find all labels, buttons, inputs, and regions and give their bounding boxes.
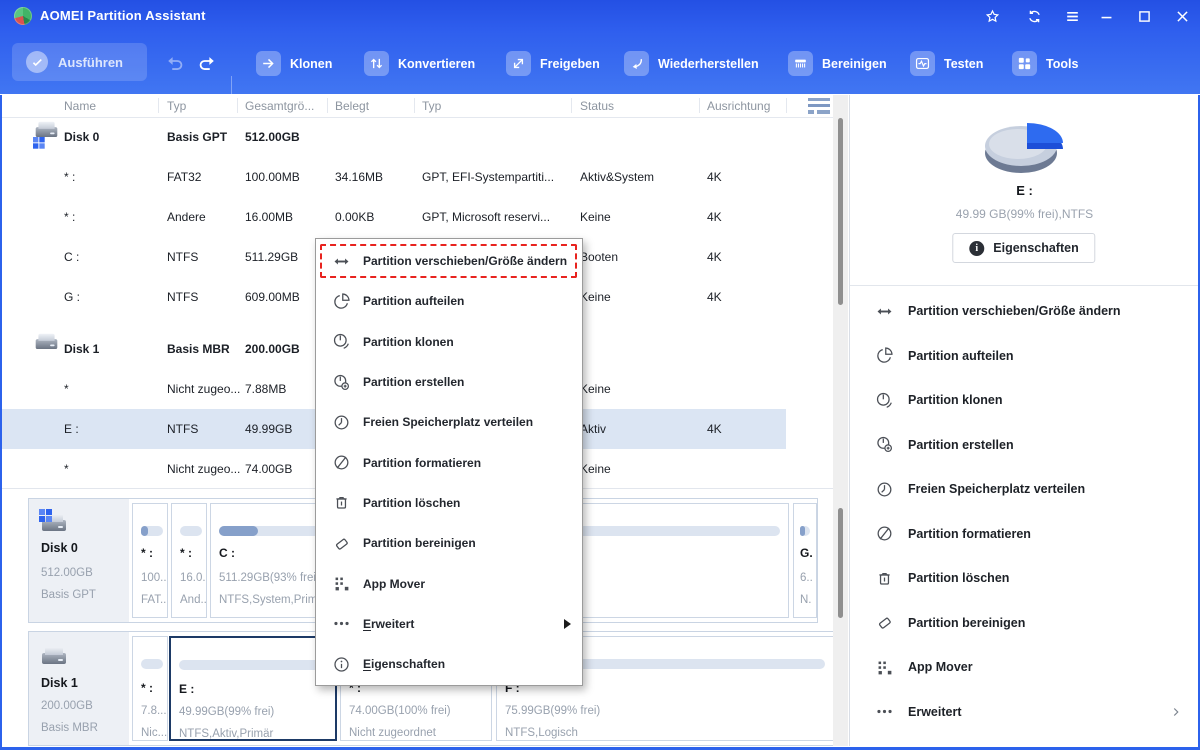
toolbar-separator — [231, 76, 232, 110]
disk1-partition-unalloc-small[interactable]: * : 7.8... Nic... — [132, 636, 168, 741]
col-total[interactable]: Gesamtgrö... — [245, 99, 314, 113]
maximize-button[interactable] — [1136, 8, 1153, 25]
panel-divider — [850, 285, 1199, 286]
menu-item-split[interactable]: Partition aufteilen — [316, 281, 582, 321]
disk-icon — [39, 642, 69, 664]
disk1-partition-e-selected[interactable]: E : 49.99GB(99% frei) NTFS,Aktiv,Primär — [169, 636, 337, 741]
menu-item-properties[interactable]: Eigenschaften — [316, 644, 582, 684]
view-layout-icon[interactable] — [808, 98, 830, 114]
pie-slash-icon — [334, 455, 349, 470]
properties-button[interactable]: i Eigenschaften — [952, 233, 1096, 263]
disk1-card[interactable]: Disk 1 200.00GB Basis MBR — [29, 632, 129, 745]
titlebar: AOMEI Partition Assistant — [0, 0, 1200, 32]
panel-action-list: Partition verschieben/Größe ändern Parti… — [850, 289, 1199, 734]
apply-button[interactable]: Ausführen — [12, 43, 147, 81]
app-logo-icon — [14, 7, 32, 25]
test-pulse-icon — [910, 51, 935, 76]
scrollbar-thumb-table[interactable] — [838, 118, 843, 305]
disk0-card[interactable]: Disk 0 512.00GB Basis GPT — [29, 499, 129, 622]
table-row-disk0[interactable]: Disk 0 Basis GPT 512.00GB — [2, 118, 833, 156]
restore-arrow-icon — [624, 51, 649, 76]
redo-icon[interactable] — [196, 52, 218, 74]
panel-item-advanced[interactable]: Erweitert — [850, 690, 1199, 735]
share-diagonal-arrows-icon — [506, 51, 531, 76]
minimize-button[interactable] — [1098, 8, 1115, 25]
close-button[interactable] — [1174, 8, 1191, 25]
context-menu: Partition verschieben/Größe ändern Parti… — [315, 238, 583, 686]
toolbar-clone-button[interactable]: Klonen — [256, 51, 332, 76]
toolbar-convert-button[interactable]: Konvertieren — [364, 51, 475, 76]
menu-item-delete[interactable]: Partition löschen — [316, 483, 582, 523]
ellipsis-icon — [334, 622, 349, 626]
pie-plus-icon — [334, 374, 350, 390]
col-align[interactable]: Ausrichtung — [707, 99, 770, 113]
favorite-star-icon[interactable] — [984, 8, 1001, 25]
trash-icon — [335, 497, 348, 510]
panel-item-clone[interactable]: Partition klonen — [850, 378, 1199, 423]
table-row-msr[interactable]: * : Andere 16.00MB 0.00KB GPT, Microsoft… — [2, 197, 833, 237]
convert-swap-icon — [364, 51, 389, 76]
disk0-partition-g[interactable]: G. 6.. N. — [793, 503, 817, 618]
check-icon — [26, 51, 48, 73]
toolbar-restore-button[interactable]: Wiederherstellen — [624, 51, 759, 76]
panel-item-wipe[interactable]: Partition bereinigen — [850, 601, 1199, 646]
disk0-partition-efi[interactable]: * : 100... FAT... — [132, 503, 168, 618]
app-window: AOMEI Partition Assistant Ausführen Klon… — [0, 0, 1200, 750]
right-panel: E : 49.99 GB(99% frei),NTFS i Eigenschaf… — [849, 95, 1199, 746]
menu-item-wipe[interactable]: Partition bereinigen — [316, 523, 582, 563]
disk0-partition-msr[interactable]: * : 16.0... And... — [171, 503, 207, 618]
undo-icon[interactable] — [164, 52, 186, 74]
usage-pie-chart — [850, 109, 1199, 190]
col-belegt[interactable]: Belegt — [335, 99, 369, 113]
resize-arrows-icon — [333, 257, 350, 266]
panel-item-allocate[interactable]: Freien Speicherplatz verteilen — [850, 467, 1199, 512]
menu-item-advanced[interactable]: Erweitert — [316, 604, 582, 644]
chevron-right-icon — [1173, 707, 1179, 716]
disk-gpt-icon — [39, 509, 69, 531]
pie-clone-icon — [333, 334, 349, 350]
pie-split-icon — [334, 293, 350, 309]
panel-item-delete[interactable]: Partition löschen — [850, 556, 1199, 601]
toolbar-clean-button[interactable]: Bereinigen — [788, 51, 887, 76]
dot-grid-icon — [335, 577, 349, 591]
apply-label: Ausführen — [58, 54, 123, 70]
panel-item-appmover[interactable]: App Mover — [850, 645, 1199, 690]
menu-item-create[interactable]: Partition erstellen — [316, 362, 582, 402]
panel-item-resize[interactable]: Partition verschieben/Größe ändern — [850, 289, 1199, 334]
panel-item-create[interactable]: Partition erstellen — [850, 423, 1199, 468]
menu-item-clone[interactable]: Partition klonen — [316, 322, 582, 362]
menu-item-appmover[interactable]: App Mover — [316, 563, 582, 603]
scrollbar-thumb-diskpanel[interactable] — [838, 508, 843, 618]
vertical-scrollbar — [833, 95, 848, 746]
menu-item-allocate[interactable]: Freien Speicherplatz verteilen — [316, 402, 582, 442]
eraser-icon — [335, 537, 349, 550]
app-title: AOMEI Partition Assistant — [40, 8, 206, 23]
clock-icon — [334, 415, 349, 430]
toolbar-share-button[interactable]: Freigeben — [506, 51, 600, 76]
col-typ[interactable]: Typ — [167, 99, 186, 113]
col-typ2[interactable]: Typ — [422, 99, 441, 113]
menu-item-format[interactable]: Partition formatieren — [316, 442, 582, 482]
window-border-left — [0, 95, 2, 750]
selected-drive-summary: 49.99 GB(99% frei),NTFS — [955, 207, 1094, 221]
toolbar-test-button[interactable]: Testen — [910, 51, 983, 76]
table-header: Name Typ Gesamtgrö... Belegt Typ Status … — [2, 95, 833, 118]
panel-item-format[interactable]: Partition formatieren — [850, 512, 1199, 557]
clean-comb-icon — [788, 51, 813, 76]
submenu-arrow-icon — [564, 618, 571, 629]
hamburger-menu-icon[interactable] — [1064, 8, 1081, 25]
col-status[interactable]: Status — [580, 99, 614, 113]
info-circle-icon — [334, 656, 349, 672]
table-row-efi[interactable]: * : FAT32 100.00MB 34.16MB GPT, EFI-Syst… — [2, 156, 833, 197]
panel-item-split[interactable]: Partition aufteilen — [850, 334, 1199, 379]
info-icon: i — [969, 240, 985, 256]
toolbar-tools-button[interactable]: Tools — [1012, 51, 1078, 76]
clone-arrow-icon — [256, 51, 281, 76]
selected-drive-label: E : — [1016, 183, 1033, 198]
sync-refresh-icon[interactable] — [1026, 8, 1043, 25]
toolbar: Ausführen Klonen Konvertieren Freigeben … — [0, 32, 1200, 110]
tools-grid-icon — [1012, 51, 1037, 76]
menu-item-resize[interactable]: Partition verschieben/Größe ändern — [316, 241, 582, 281]
col-name[interactable]: Name — [64, 99, 96, 113]
